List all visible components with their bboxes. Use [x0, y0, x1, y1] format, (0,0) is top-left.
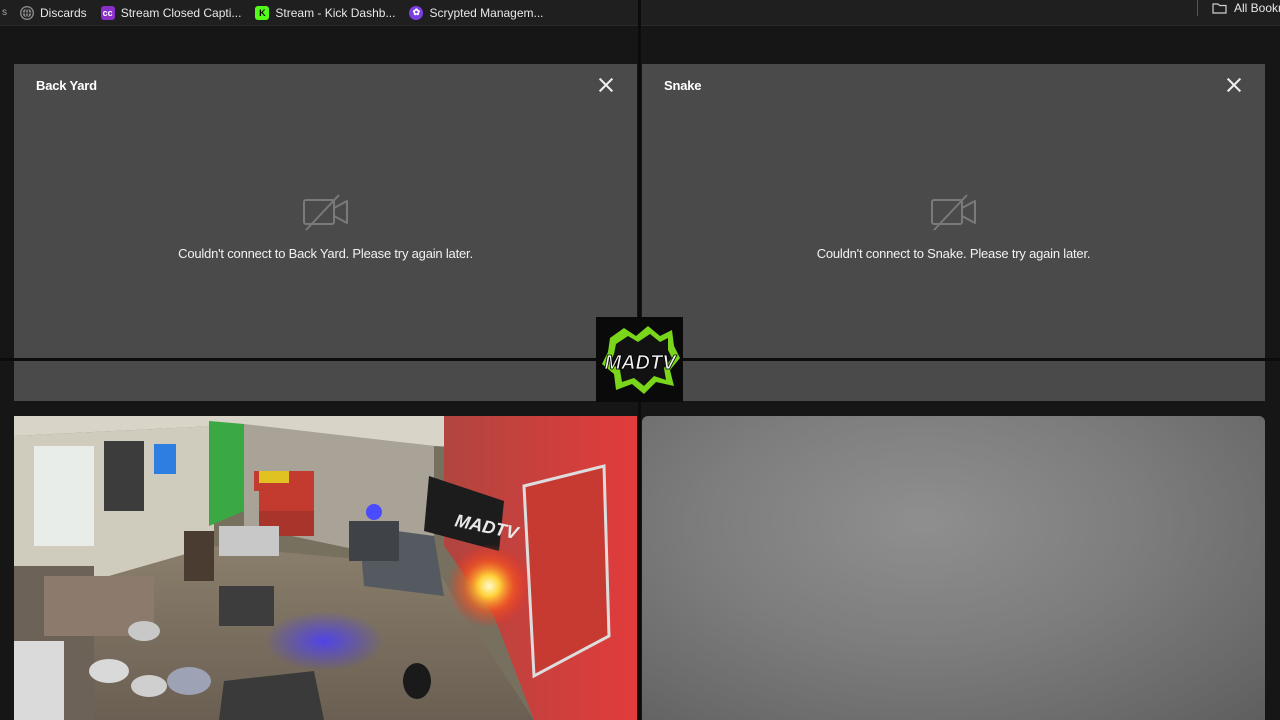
- bookmark-stream-closed-captions[interactable]: cc Stream Closed Capti...: [100, 5, 242, 20]
- error-message: Couldn't connect to Snake. Please try ag…: [816, 246, 1091, 261]
- error-message: Couldn't connect to Back Yard. Please tr…: [178, 246, 473, 261]
- close-icon[interactable]: [597, 76, 615, 94]
- camera-off-icon: [302, 194, 348, 231]
- camera-name: Back Yard: [36, 78, 97, 93]
- kick-logo-icon: K: [255, 5, 270, 20]
- bookmark-label: Stream Closed Capti...: [120, 5, 242, 20]
- room-scene-image: MADTV: [14, 416, 637, 720]
- gray-camera-feed[interactable]: [642, 416, 1265, 720]
- camera-panel-back-yard: Back Yard Couldn't connect to Back Yard.…: [14, 64, 637, 401]
- bookmark-kick-dashboard[interactable]: K Stream - Kick Dashb...: [255, 5, 396, 20]
- madtv-logo: MADTV: [596, 317, 683, 402]
- scrypted-logo-icon: ✿: [409, 5, 424, 20]
- close-icon[interactable]: [1225, 76, 1243, 94]
- camera-off-icon: [930, 194, 976, 231]
- logo-text: MADTV: [604, 352, 677, 374]
- folder-icon: [1212, 3, 1227, 14]
- offline-state: Couldn't connect to Back Yard. Please tr…: [14, 192, 637, 261]
- all-bookmarks-label: All Bookn: [1234, 1, 1280, 15]
- room-camera-feed[interactable]: MADTV: [14, 416, 637, 720]
- captions-app-icon: cc: [100, 5, 115, 20]
- panel-header: Snake: [642, 64, 1265, 108]
- globe-icon: [20, 5, 34, 20]
- bookmark-discards[interactable]: Discards: [20, 5, 87, 20]
- camera-name: Snake: [664, 78, 702, 93]
- camera-panel-snake: Snake Couldn't connect to Snake. Please …: [642, 64, 1265, 401]
- panel-header: Back Yard: [14, 64, 637, 108]
- bookmark-label: Discards: [40, 5, 87, 20]
- madtv-logo-graphic: MADTV: [601, 325, 680, 394]
- bookmark-scrypted-management[interactable]: ✿ Scrypted Managem...: [409, 5, 544, 20]
- bookmark-label: Stream - Kick Dashb...: [275, 5, 396, 20]
- all-bookmarks-button[interactable]: All Bookn: [1212, 0, 1280, 16]
- bookmarks-separator: [1197, 0, 1198, 16]
- bookmark-label: Scrypted Managem...: [429, 5, 544, 20]
- offline-state: Couldn't connect to Snake. Please try ag…: [642, 192, 1265, 261]
